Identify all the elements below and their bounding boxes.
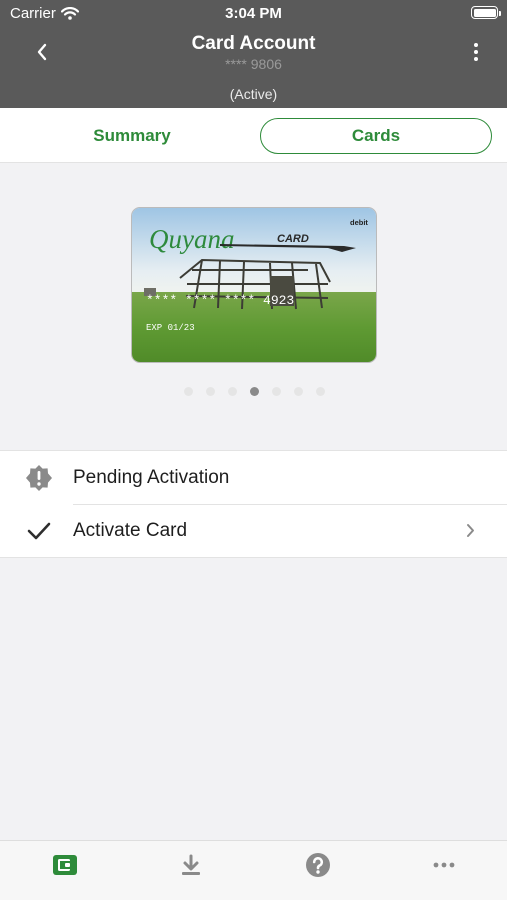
page-dot[interactable] — [206, 387, 215, 396]
card-brand-suffix: CARD — [277, 233, 309, 245]
card-number: **** **** **** 4923 — [146, 293, 294, 308]
activate-card-label: Activate Card — [73, 519, 188, 541]
page-dot-current[interactable] — [250, 387, 259, 396]
warning-badge-icon — [25, 464, 53, 492]
segmented-tabs: Summary Cards — [0, 108, 507, 163]
tab-help[interactable] — [304, 851, 332, 879]
tab-accounts[interactable] — [51, 851, 79, 879]
list-item-activate-card[interactable]: Activate Card — [0, 504, 507, 557]
card-type-label: debit — [350, 218, 368, 227]
page-title: Card Account — [191, 33, 316, 54]
tab-deposits[interactable] — [177, 851, 205, 879]
page-dot[interactable] — [316, 387, 325, 396]
bottom-tab-bar — [0, 840, 507, 900]
more-icon — [433, 862, 455, 868]
tab-more[interactable] — [430, 851, 458, 879]
tab-cards[interactable]: Cards — [260, 118, 492, 154]
list-item-pending-activation: Pending Activation — [0, 451, 507, 504]
account-status: (Active) — [229, 86, 278, 102]
page-dot[interactable] — [294, 387, 303, 396]
more-vertical-icon — [474, 43, 478, 47]
status-bar: Carrier 3:04 PM — [0, 0, 507, 28]
help-icon — [306, 853, 330, 877]
checkmark-icon — [25, 517, 53, 545]
download-icon — [182, 854, 200, 875]
tab-summary[interactable]: Summary — [16, 118, 248, 154]
nav-header: Carrier 3:04 PM Card Account **** 9806 (… — [0, 0, 507, 108]
chevron-right-icon — [467, 524, 474, 537]
page-dot[interactable] — [228, 387, 237, 396]
card-page-indicator[interactable] — [184, 387, 338, 396]
card-artwork: debit Quyana CARD **** **** **** 4923 EX… — [132, 208, 376, 362]
page-dot[interactable] — [272, 387, 281, 396]
clock: 3:04 PM — [225, 5, 282, 22]
page-dot[interactable] — [184, 387, 193, 396]
debit-card-image[interactable]: debit Quyana CARD **** **** **** 4923 EX… — [131, 207, 377, 363]
card-actions-list: Pending Activation Activate Card — [0, 450, 507, 558]
wallet-icon — [53, 855, 77, 875]
account-number: **** 9806 — [225, 56, 282, 72]
more-options-button[interactable] — [471, 40, 481, 64]
card-brand-logo: Quyana — [149, 224, 234, 254]
card-expiry: EXP 01/23 — [146, 323, 195, 333]
battery-icon — [471, 6, 501, 19]
pending-activation-label: Pending Activation — [73, 466, 230, 488]
